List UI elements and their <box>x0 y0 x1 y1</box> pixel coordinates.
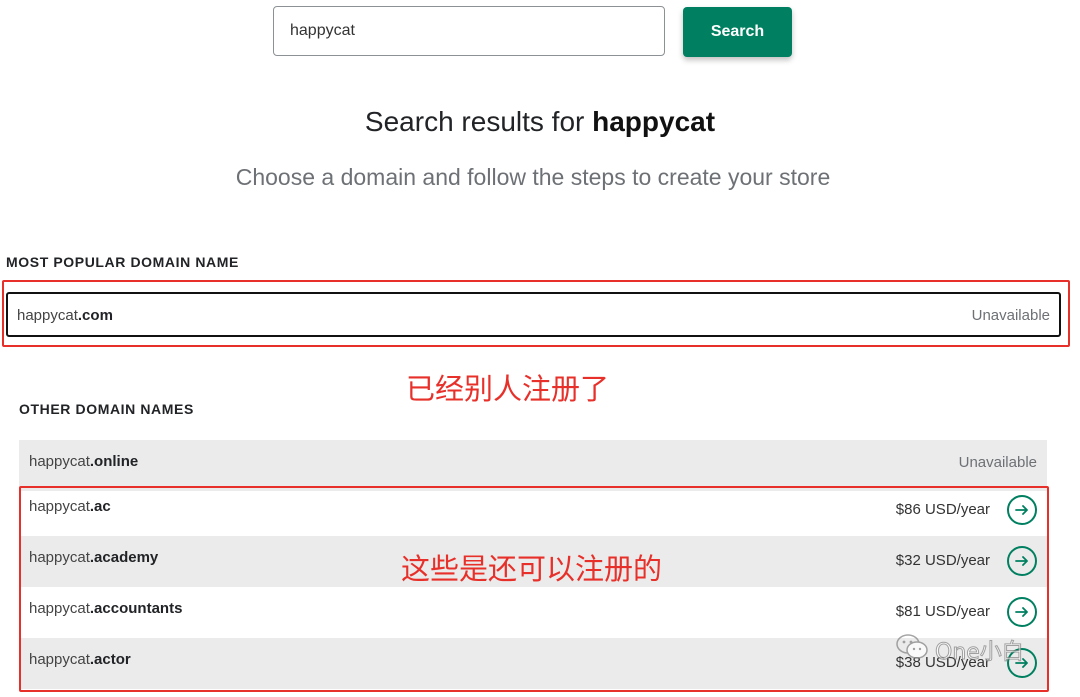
domain-search-input[interactable] <box>273 6 665 56</box>
domain-tld: .actor <box>89 651 131 668</box>
domain-tld: .accountants <box>89 600 183 617</box>
domain-row: happycat.online Unavailable <box>19 440 1047 491</box>
results-title: Search results for happycat <box>0 106 1080 138</box>
domain-tld: .ac <box>89 498 111 515</box>
domain-base: happycat <box>17 307 78 324</box>
domain-tld: .online <box>89 453 139 470</box>
annotation-registered: 已经别人注册了 <box>406 372 610 406</box>
search-button[interactable]: Search <box>683 7 792 57</box>
domain-price: $32 USD/year <box>895 552 990 569</box>
popular-domain-row: happycat.com Unavailable <box>6 292 1061 337</box>
results-title-query: happycat <box>592 106 716 137</box>
results-title-prefix: Search results for <box>364 106 593 137</box>
annotation-available: 这些是还可以注册的 <box>401 552 663 586</box>
domain-name: happycat.ac <box>29 498 111 515</box>
domain-price: $81 USD/year <box>895 603 990 620</box>
domain-base: happycat <box>29 651 90 668</box>
domain-base: happycat <box>29 600 90 617</box>
domain-base: happycat <box>29 549 90 566</box>
domain-row[interactable]: happycat.ac $86 USD/year <box>19 485 1047 536</box>
other-domains-label: OTHER DOMAIN NAMES <box>19 401 194 417</box>
arrow-right-circle-icon[interactable] <box>1007 597 1037 627</box>
results-subtitle: Choose a domain and follow the steps to … <box>235 164 831 190</box>
domain-status: Unavailable <box>958 454 1037 471</box>
domain-name: happycat.academy <box>29 549 158 566</box>
domain-name: happycat.accountants <box>29 600 182 617</box>
watermark-text: One小白 <box>935 639 1025 665</box>
popular-domain-status: Unavailable <box>971 307 1050 324</box>
domain-name: happycat.actor <box>29 651 131 668</box>
domain-base: happycat <box>29 453 90 470</box>
domain-price: $86 USD/year <box>895 501 990 518</box>
popular-domain-name: happycat.com <box>17 307 113 324</box>
most-popular-label: MOST POPULAR DOMAIN NAME <box>6 254 239 270</box>
domain-tld: .com <box>77 307 113 324</box>
domain-base: happycat <box>29 498 90 515</box>
domain-tld: .academy <box>89 549 159 566</box>
domain-row[interactable]: happycat.accountants $81 USD/year <box>19 587 1047 638</box>
domain-row[interactable]: happycat.actor $38 USD/year <box>19 638 1047 689</box>
domain-name: happycat.online <box>29 453 138 470</box>
arrow-right-circle-icon[interactable] <box>1007 495 1037 525</box>
arrow-right-circle-icon[interactable] <box>1007 546 1037 576</box>
wechat-icon <box>895 633 929 666</box>
watermark: One小白 <box>895 633 1024 666</box>
